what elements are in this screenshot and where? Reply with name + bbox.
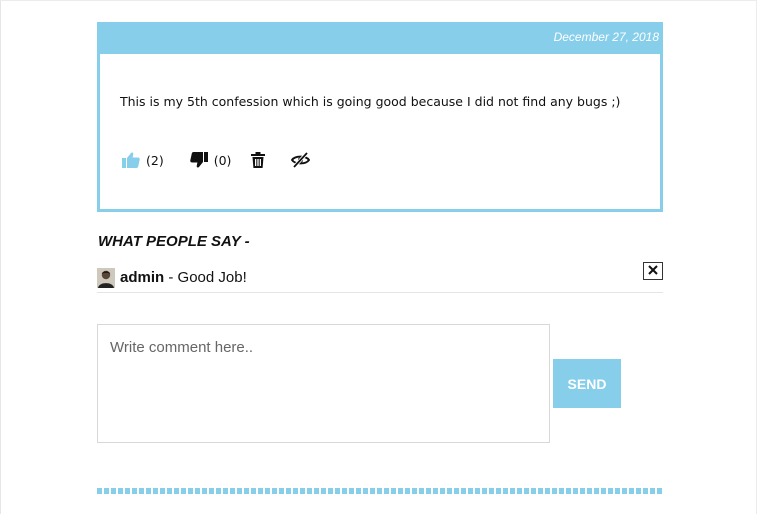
thumbs-up-icon (122, 152, 140, 168)
comment-body: Good Job! (177, 269, 247, 286)
delete-button[interactable] (251, 152, 266, 168)
confession-text: This is my 5th confession which is going… (120, 94, 621, 109)
delete-comment-button[interactable] (643, 262, 663, 280)
avatar (97, 268, 115, 288)
hide-button[interactable] (291, 152, 311, 168)
like-button[interactable]: (2) (122, 152, 164, 168)
post-actions: (2) (0) (122, 150, 311, 170)
send-button[interactable]: SEND (553, 359, 621, 408)
post-date: December 27, 2018 (553, 30, 659, 44)
trash-icon (251, 152, 266, 168)
card-header: December 27, 2018 (97, 22, 663, 54)
like-count: (2) (146, 152, 164, 168)
comment-separator: - (164, 269, 178, 286)
dislike-count: (0) (213, 152, 232, 168)
comment-item: admin - Good Job! (97, 262, 663, 293)
comment-author: admin (120, 269, 165, 286)
comment-input[interactable] (97, 324, 550, 443)
dislike-button[interactable]: (0) (189, 152, 232, 168)
eye-slash-icon (291, 152, 311, 168)
confession-card: December 27, 2018 This is my 5th confess… (97, 22, 663, 212)
thumbs-down-icon (189, 152, 208, 168)
comment-text: admin - Good Job! (120, 269, 247, 286)
dashed-divider (97, 488, 663, 494)
comments-heading: WHAT PEOPLE SAY - (98, 233, 250, 250)
close-icon (648, 262, 658, 280)
